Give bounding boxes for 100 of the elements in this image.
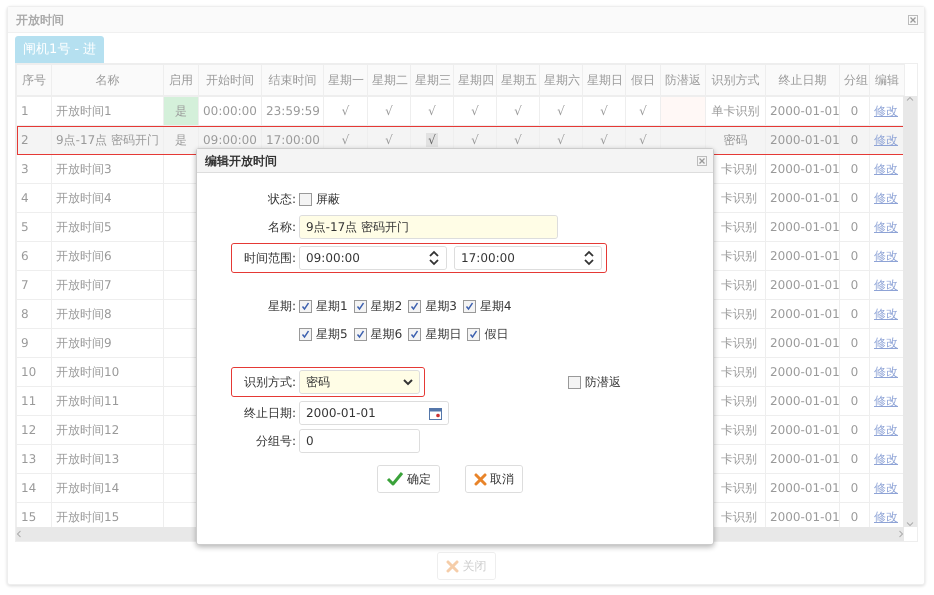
- calendar-icon[interactable]: [429, 406, 442, 420]
- table-cell: 0: [850, 133, 858, 147]
- table-cell: 卡识别: [721, 249, 757, 263]
- table-cell: 开放时间6: [56, 249, 112, 263]
- checkbox-label: 星期6: [370, 326, 402, 343]
- column-header[interactable]: 星期六: [540, 64, 582, 96]
- table-cell: 是: [175, 133, 187, 147]
- table-cell: 2000-01-01: [770, 278, 838, 292]
- close-icon[interactable]: [908, 14, 918, 24]
- checkbox-label: 假日: [484, 326, 508, 343]
- table-cell: 2000-01-01: [770, 220, 838, 234]
- text-field[interactable]: 0: [299, 429, 420, 453]
- table-cell: 4: [21, 191, 29, 205]
- table-cell: 2000-01-01: [770, 162, 838, 176]
- table-cell: 开放时间14: [56, 481, 120, 495]
- column-header[interactable]: 防潜返: [660, 64, 706, 96]
- table-cell: 0: [850, 162, 858, 176]
- check-mark: √: [428, 104, 436, 118]
- table-cell: 卡识别: [721, 452, 757, 466]
- checkbox-label: 星期4: [480, 298, 512, 315]
- select-field[interactable]: 密码: [299, 370, 420, 394]
- checkbox[interactable]: [408, 328, 422, 340]
- column-header[interactable]: 星期一: [324, 64, 368, 96]
- check-mark: √: [342, 104, 350, 118]
- table-cell: 23:59:59: [266, 104, 320, 118]
- cross-icon: [474, 472, 487, 486]
- table-cell: 开放时间15: [56, 510, 120, 524]
- cross-icon: [446, 560, 458, 572]
- table-cell: 卡识别: [721, 278, 757, 292]
- column-header[interactable]: 星期日: [582, 64, 626, 96]
- close-icon[interactable]: [697, 156, 707, 166]
- table-cell: 开放时间3: [56, 162, 112, 176]
- table-cell: 13: [21, 452, 36, 466]
- checkbox[interactable]: [354, 300, 367, 312]
- table-cell: 2000-01-01: [770, 307, 838, 321]
- check-icon: [386, 471, 404, 487]
- window-title: 开放时间: [16, 12, 64, 28]
- spinner-icon[interactable]: [428, 250, 440, 266]
- cancel-button[interactable]: 取消: [465, 465, 523, 493]
- field-label: 星期:: [266, 298, 297, 315]
- checkbox-label: 星期3: [425, 298, 457, 315]
- checkbox-label: 屏蔽: [316, 191, 340, 208]
- check-mark: √: [385, 104, 393, 118]
- checkbox-label: 防潜返: [585, 374, 621, 391]
- table-cell: 开放时间5: [56, 220, 112, 234]
- table-cell: 卡识别: [721, 162, 757, 176]
- checkbox[interactable]: [467, 328, 480, 340]
- column-header[interactable]: 编辑: [870, 64, 904, 96]
- table-cell: 09:00:00: [203, 133, 257, 147]
- time-field[interactable]: 17:00:00: [454, 246, 602, 270]
- date-field[interactable]: 2000-01-01: [299, 401, 449, 425]
- check-mark: √: [342, 133, 350, 147]
- table-cell: 0: [850, 104, 858, 118]
- checkbox-label: 星期1: [316, 298, 348, 315]
- check-mark: √: [557, 104, 565, 118]
- table-cell: 卡识别: [721, 191, 757, 205]
- table-cell: 0: [850, 481, 858, 495]
- check-mark: √: [600, 104, 608, 118]
- column-header[interactable]: 启用: [164, 64, 198, 96]
- checkbox[interactable]: [568, 376, 581, 388]
- checkbox[interactable]: [408, 300, 422, 312]
- column-header[interactable]: 星期五: [496, 64, 540, 96]
- column-header[interactable]: 序号: [16, 64, 52, 96]
- column-header[interactable]: 星期二: [368, 64, 410, 96]
- table-cell: 2000-01-01: [770, 510, 838, 524]
- check-mark: √: [426, 133, 438, 147]
- table-cell: 0: [850, 336, 858, 350]
- checkbox[interactable]: [354, 328, 367, 340]
- time-field[interactable]: 09:00:00: [299, 246, 447, 270]
- checkbox[interactable]: [299, 328, 312, 340]
- column-header[interactable]: 名称: [52, 64, 164, 96]
- spinner-icon[interactable]: [583, 250, 595, 266]
- checkbox[interactable]: [462, 300, 476, 312]
- table-cell: 卡识别: [721, 423, 757, 437]
- checkbox[interactable]: [299, 192, 312, 206]
- column-header[interactable]: 终止日期: [766, 64, 840, 96]
- table-cell: 开放时间8: [56, 307, 112, 321]
- table-cell: 2000-01-01: [770, 191, 838, 205]
- check-mark: √: [600, 133, 608, 147]
- column-header[interactable]: 星期四: [454, 64, 496, 96]
- table-cell: 2000-01-01: [770, 365, 838, 379]
- table-cell: 0: [850, 510, 858, 524]
- table-cell: 开放时间12: [56, 423, 120, 437]
- column-header[interactable]: 分组: [840, 64, 870, 96]
- column-header[interactable]: 识别方式: [706, 64, 766, 96]
- table-cell: 是: [175, 104, 187, 118]
- column-header[interactable]: 结束时间: [262, 64, 324, 96]
- table-cell: 2000-01-01: [770, 394, 838, 408]
- column-header[interactable]: 假日: [626, 64, 660, 96]
- table-cell: 12: [21, 423, 36, 437]
- text-field[interactable]: 9点-17点 密码开门: [299, 215, 558, 239]
- checkbox[interactable]: [299, 300, 312, 312]
- column-header[interactable]: 开始时间: [198, 64, 262, 96]
- column-header[interactable]: 星期三: [410, 64, 454, 96]
- confirm-button[interactable]: 确定: [377, 465, 440, 493]
- checkbox-label: 星期2: [370, 298, 402, 315]
- table-cell: 0: [850, 452, 858, 466]
- tab[interactable]: 闸机1号 - 进: [15, 36, 104, 63]
- table-cell: 2000-01-01: [770, 423, 838, 437]
- table-cell: 2: [21, 133, 29, 147]
